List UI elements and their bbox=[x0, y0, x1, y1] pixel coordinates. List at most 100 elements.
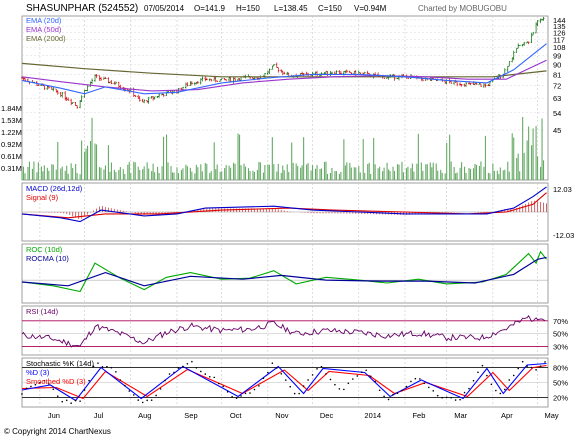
stoch-k-point bbox=[329, 378, 332, 381]
stoch-k-point bbox=[432, 390, 435, 392]
stoch-k-point bbox=[481, 364, 484, 367]
stoch-k-point bbox=[204, 373, 207, 375]
stoch-k-point bbox=[490, 383, 493, 386]
stoch-k-point bbox=[213, 376, 216, 379]
x-tick-label: Aug bbox=[138, 411, 151, 420]
stoch-k-point bbox=[208, 376, 211, 378]
stoch-k-point bbox=[61, 400, 64, 403]
macd-tick-label: 12.03 bbox=[553, 185, 572, 194]
stoch-k-point bbox=[124, 384, 126, 387]
stoch-k-point bbox=[486, 374, 488, 377]
stoch-k-point bbox=[74, 399, 77, 402]
stoch-k-point bbox=[374, 380, 376, 383]
stoch-k-point bbox=[298, 392, 300, 395]
stoch-k-point bbox=[186, 363, 189, 365]
price-tick-label: 54 bbox=[553, 109, 561, 118]
stoch-k-point bbox=[155, 394, 157, 397]
stoch-k-point bbox=[311, 374, 314, 376]
stoch-k-point bbox=[56, 395, 59, 398]
stoch-k-point bbox=[477, 371, 479, 374]
stoch-k-point bbox=[249, 392, 251, 394]
stoch-k-point bbox=[356, 375, 359, 377]
stoch-k-point bbox=[392, 393, 394, 396]
chart-close: C=150 bbox=[318, 4, 342, 13]
signal-legend-entry: Signal (9) bbox=[26, 193, 59, 202]
stoch-k-point bbox=[338, 388, 341, 390]
stoch-k-point bbox=[191, 360, 193, 363]
price-tick-label: 144 bbox=[553, 16, 566, 25]
stoch-k-point bbox=[168, 373, 171, 375]
stoch-k-point bbox=[106, 365, 108, 368]
stoch-k-point bbox=[441, 396, 444, 399]
volume-tick-label: 0.61M bbox=[1, 152, 22, 161]
stoch-k-point bbox=[258, 385, 260, 387]
stoch-k-point bbox=[293, 392, 296, 395]
stoch-k-point bbox=[231, 395, 233, 398]
stoch-k-point bbox=[495, 389, 497, 392]
stoch-k-point bbox=[141, 401, 144, 404]
stoch-k-point bbox=[307, 379, 309, 381]
x-tick-label: Apr bbox=[501, 411, 513, 420]
stoch-k-point bbox=[97, 362, 99, 364]
stoch-k-point bbox=[222, 385, 224, 388]
stoch-k-point bbox=[146, 399, 148, 402]
stoch-k-point bbox=[512, 374, 515, 377]
price-tick-label: 99 bbox=[553, 51, 561, 60]
stoch-k-point bbox=[401, 389, 403, 392]
stoch-k-point bbox=[387, 398, 390, 401]
x-tick-label: Feb bbox=[412, 411, 425, 420]
volume-tick-label: 1.22M bbox=[1, 128, 22, 137]
stoch-k-point bbox=[52, 388, 55, 391]
stoch-k-point bbox=[414, 377, 417, 380]
price-tick-label: 45 bbox=[553, 126, 561, 135]
stoch-k-point bbox=[445, 396, 448, 399]
x-tick-label: Oct bbox=[230, 411, 243, 420]
stoch-k-point bbox=[289, 385, 292, 388]
stoch-k-point bbox=[115, 371, 117, 373]
price-tick-label: 63 bbox=[553, 94, 561, 103]
stoch-k-point bbox=[468, 387, 470, 390]
stoch-k-point bbox=[521, 360, 524, 363]
stoch-k-point bbox=[25, 387, 28, 390]
chart-symbol: SHASUNPHAR (524552) bbox=[26, 3, 138, 14]
chart-high: H=150 bbox=[236, 4, 260, 13]
volume-tick-label: 1.84M bbox=[1, 104, 22, 113]
stoch-k-point bbox=[65, 399, 68, 402]
chart-open: O=141.9 bbox=[194, 4, 225, 13]
stoch-k-point bbox=[396, 392, 399, 395]
panel-price bbox=[21, 15, 549, 181]
stoch-k-point bbox=[195, 366, 198, 369]
stoch-k-point bbox=[284, 379, 287, 381]
stoch-k-point bbox=[88, 379, 90, 382]
stoch-k-point bbox=[463, 391, 466, 394]
price-legend-entry: EMA (200d) bbox=[26, 34, 66, 43]
volume-tick-label: 0.92M bbox=[1, 140, 22, 149]
stoch-k-point bbox=[276, 367, 278, 369]
stoch-k-point bbox=[419, 378, 421, 380]
stoch-k-point bbox=[360, 371, 363, 374]
stoch-k-point bbox=[316, 368, 318, 370]
stoch-k-point bbox=[101, 366, 104, 368]
stoch-k-point bbox=[369, 375, 372, 378]
macd-legend-entry: MACD (26d,12d) bbox=[26, 184, 83, 193]
stoch-k-point bbox=[343, 388, 345, 391]
stoch-k-point bbox=[405, 385, 408, 388]
chart-low: L=138.45 bbox=[274, 4, 308, 13]
stoch-k-point bbox=[383, 395, 385, 398]
stoch-k-point bbox=[320, 365, 323, 368]
stoch-tick-label: 80% bbox=[553, 364, 568, 373]
stoch-k-point bbox=[334, 383, 336, 386]
stoch-k-point bbox=[436, 394, 439, 397]
stoch-k-point bbox=[119, 379, 122, 381]
stoch-k-point bbox=[302, 385, 305, 387]
stoch-k-point bbox=[378, 389, 381, 392]
chart-frame: SHASUNPHAR (524552) 07/05/2014 O=141.9 H… bbox=[0, 0, 584, 439]
stoch-k-point bbox=[235, 397, 238, 399]
stoch-k-point bbox=[150, 399, 153, 401]
stoch-k-point bbox=[253, 388, 256, 391]
stoch-k-point bbox=[79, 400, 81, 402]
stoch-k-point bbox=[128, 390, 131, 392]
chart-volume: V=0.94M bbox=[354, 4, 387, 13]
price-tick-label: 90 bbox=[553, 60, 561, 69]
volume-tick-label: 0.31M bbox=[1, 164, 22, 173]
